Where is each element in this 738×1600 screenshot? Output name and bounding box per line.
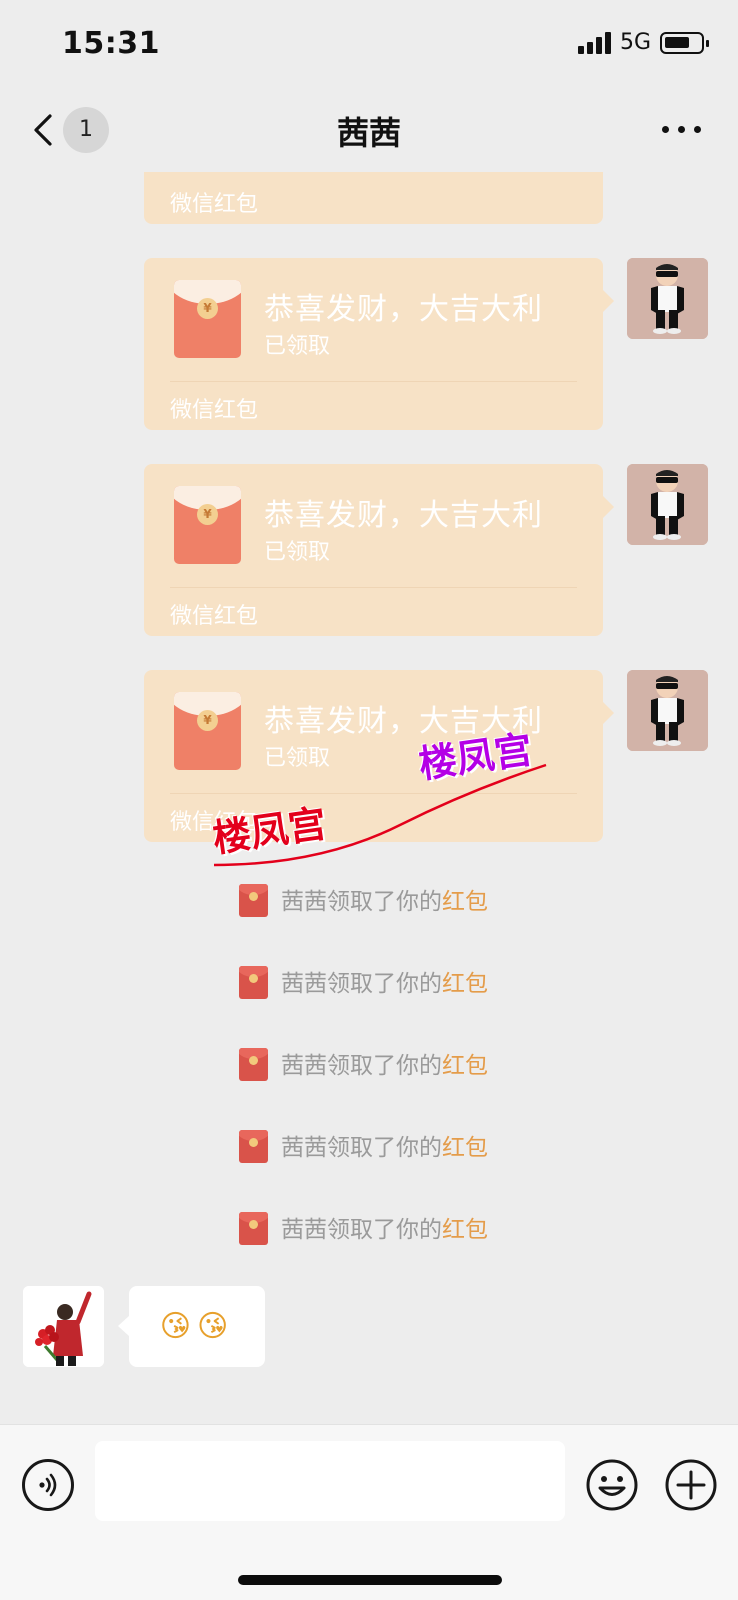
avatar[interactable] xyxy=(627,258,708,339)
red-packet-footer: 微信红包 xyxy=(170,398,259,423)
divider xyxy=(170,587,577,588)
message-input[interactable] xyxy=(95,1441,565,1521)
more-icon[interactable] xyxy=(660,118,704,138)
notice-text: 茜茜领取了你的 xyxy=(281,1217,442,1243)
status-bar: 15:31 5G xyxy=(0,0,738,90)
input-bar xyxy=(0,1424,738,1600)
red-envelope-icon: ¥ xyxy=(174,486,241,564)
red-packet-footer: 微信红包 xyxy=(170,192,259,217)
red-packet-link[interactable]: 红包 xyxy=(442,1217,488,1243)
divider xyxy=(170,381,577,382)
red-envelope-icon xyxy=(239,1130,268,1163)
avatar-character-icon xyxy=(627,670,708,751)
signal-icon xyxy=(578,32,612,54)
notice-text: 茜茜领取了你的 xyxy=(281,1053,442,1079)
red-packet-card[interactable]: ¥ 恭喜发财，大吉大利 已领取 微信红包 xyxy=(144,258,614,430)
red-packet-card[interactable]: ¥ 恭喜发财，大吉大利 已领取 微信红包 xyxy=(144,464,614,636)
avatar-character-icon xyxy=(627,258,708,339)
smiley-icon[interactable] xyxy=(586,1459,638,1511)
status-time: 15:31 xyxy=(62,26,160,61)
nav-bar: 1 茜茜 xyxy=(0,90,738,170)
red-packet-footer: 微信红包 xyxy=(170,604,259,629)
notice-text: 茜茜领取了你的 xyxy=(281,1135,442,1161)
red-packet-link[interactable]: 红包 xyxy=(442,889,488,915)
red-packet-card[interactable]: 微信红包 xyxy=(144,172,603,224)
red-envelope-icon xyxy=(239,884,268,917)
avatar-character-icon xyxy=(627,464,708,545)
message-text: 😘😘 xyxy=(159,1309,235,1344)
red-envelope-icon xyxy=(239,966,268,999)
network-label: 5G xyxy=(620,30,652,55)
plus-icon[interactable] xyxy=(665,1459,717,1511)
red-envelope-icon: ¥ xyxy=(174,280,241,358)
chat-title: 茜茜 xyxy=(336,114,401,152)
notice-text: 茜茜领取了你的 xyxy=(281,971,442,997)
red-packet-title: 恭喜发财，大吉大利 xyxy=(264,292,543,327)
red-packet-link[interactable]: 红包 xyxy=(442,1053,488,1079)
battery-icon xyxy=(660,32,709,54)
notice-text: 茜茜领取了你的 xyxy=(281,889,442,915)
red-packet-status: 已领取 xyxy=(264,334,331,359)
red-packet-link[interactable]: 红包 xyxy=(442,971,488,997)
red-envelope-icon xyxy=(239,1212,268,1245)
voice-icon xyxy=(39,1473,57,1497)
red-packet-title: 恭喜发财，大吉大利 xyxy=(264,498,543,533)
red-packet-link[interactable]: 红包 xyxy=(442,1135,488,1161)
avatar[interactable] xyxy=(627,670,708,751)
avatar-girl-roses-icon xyxy=(23,1286,104,1367)
red-envelope-icon xyxy=(239,1048,268,1081)
home-indicator[interactable] xyxy=(238,1575,502,1585)
avatar[interactable] xyxy=(627,464,708,545)
message-bubble[interactable]: 😘😘 xyxy=(118,1286,265,1367)
voice-button[interactable] xyxy=(22,1459,74,1511)
avatar[interactable] xyxy=(23,1286,104,1367)
chat-screen: 15:31 5G 1 茜茜 微信红包 ¥ 恭喜发财，大吉大利 已领取 微信红包 … xyxy=(0,0,738,1600)
red-packet-status: 已领取 xyxy=(264,540,331,565)
